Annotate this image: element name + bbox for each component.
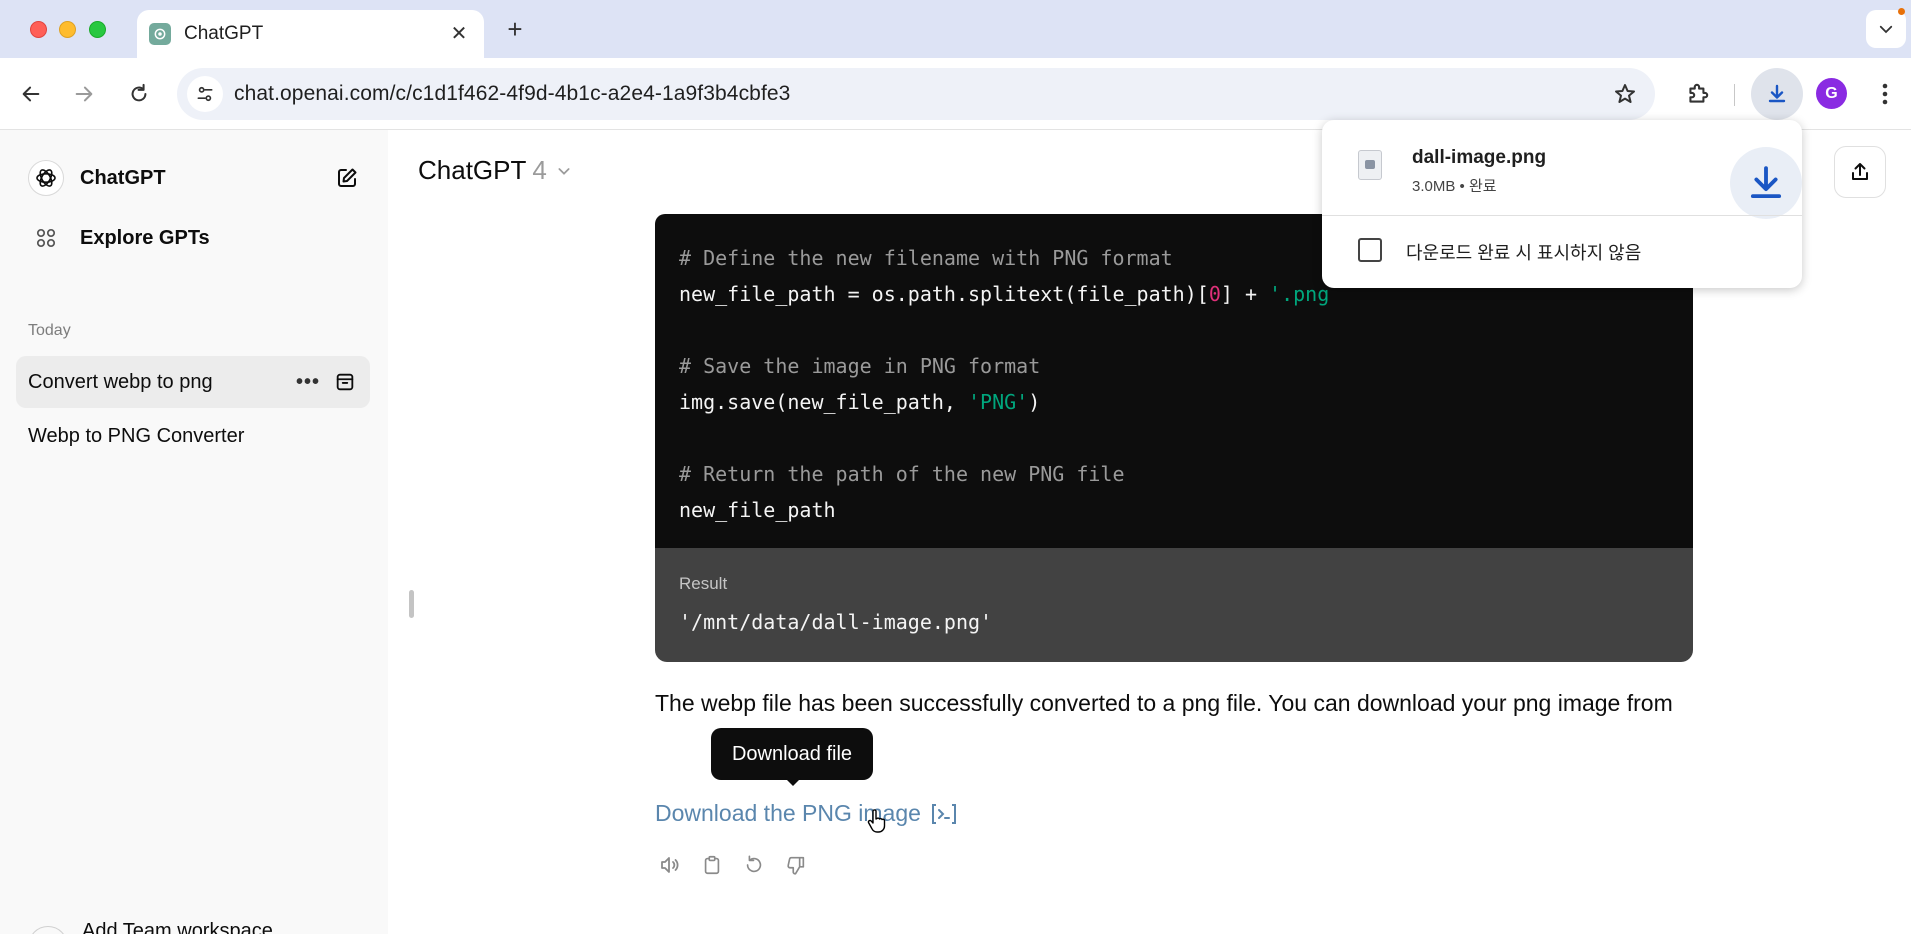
add-team-workspace[interactable]: Add Team workspace [28,918,368,934]
model-selector[interactable]: ChatGPT 4 [418,155,573,186]
result-value: '/mnt/data/dall-image.png' [679,610,993,634]
update-indicator [1898,8,1905,15]
share-upload-icon [1852,163,1868,180]
browser-menu-icon[interactable] [1870,76,1900,112]
toolbar-divider [1734,84,1735,106]
result-label: Result [679,574,728,593]
chevron-down-icon [555,162,573,180]
bookmark-star-icon[interactable] [1609,78,1641,110]
profile-avatar[interactable]: G [1816,78,1847,109]
sidebar-chat-item[interactable]: Convert webp to png ••• [16,356,370,408]
model-version: 4 [532,155,547,185]
archive-icon[interactable] [332,369,358,395]
sidebar-new-chat-row[interactable]: ChatGPT [16,152,372,204]
code-result-panel: Result '/mnt/data/dall-image.png' [655,548,1693,662]
sidebar-explore-gpts[interactable]: Explore GPTs [16,212,372,264]
team-plus-icon [28,926,68,934]
read-aloud-speaker-icon[interactable] [655,850,685,880]
reload-button[interactable] [121,76,157,112]
hide-downloads-label[interactable]: 다운로드 완료 시 표시하지 않음 [1406,239,1641,265]
url-text[interactable]: chat.openai.com/c/c1d1f462-4f9d-4b1c-a2e… [234,82,790,106]
site-info-icon[interactable] [187,76,223,112]
chatgpt-favicon-icon [149,23,171,45]
extensions-puzzle-icon[interactable] [1680,76,1716,112]
window-zoom-button[interactable] [89,21,106,38]
sidebar-section-today: Today [28,322,71,339]
code-content: # Define the new filename with PNG forma… [679,240,1329,528]
open-download-button[interactable] [1730,147,1802,219]
sidebar-chat-label: Convert webp to png [28,371,213,393]
download-png-link[interactable]: Download the PNG image [655,800,959,827]
share-button[interactable] [1834,146,1886,198]
reload-icon [131,83,147,102]
code-line: new_file_path [679,498,836,522]
chevron-down-icon [1879,25,1893,34]
sidebar-resize-handle[interactable] [409,590,414,618]
assistant-message: The webp file has been successfully conv… [655,690,1673,716]
code-line: new_file_path = os.path.splitext(file_pa… [679,282,1330,306]
popup-divider [1322,215,1802,216]
hide-downloads-checkbox[interactable] [1358,238,1382,262]
download-meta: 3.0MB • 완료 [1412,178,1497,195]
back-button[interactable] [13,76,49,112]
code-line: # Define the new filename with PNG forma… [679,246,1173,270]
browser-tab-chatgpt[interactable]: ChatGPT ✕ [137,10,484,58]
chatgpt-logo-icon [28,160,64,196]
sidebar-chat-label: Webp to PNG Converter [28,425,245,447]
download-icon [1768,84,1786,103]
back-arrow-icon [22,86,40,102]
explore-grid-icon [28,220,64,256]
tab-close-icon[interactable]: ✕ [446,20,472,46]
thumbs-down-icon[interactable] [781,850,811,880]
tooltip-arrow [785,778,801,786]
download-tooltip: Download file [711,728,873,780]
model-name: ChatGPT [418,155,527,185]
chat-options-icon[interactable]: ••• [294,368,322,396]
new-chat-edit-icon[interactable] [334,165,360,191]
code-line: img.save(new_file_path, 'PNG') [679,390,1041,414]
download-icon [1750,166,1782,199]
code-line: # Return the path of the new PNG file [679,462,1125,486]
explore-gpts-label: Explore GPTs [80,226,210,249]
downloads-popup: dall-image.png 3.0MB • 완료 다운로드 완료 시 표시하지… [1322,120,1802,288]
copy-clipboard-icon[interactable] [697,850,727,880]
sidebar: ChatGPT Explore GPTs Today Convert webp … [0,130,388,934]
code-line: # Save the image in PNG format [679,354,1041,378]
forward-button[interactable] [66,76,102,112]
message-actions [655,850,823,880]
add-team-label: Add Team workspace [82,920,273,934]
downloads-button[interactable] [1751,68,1803,120]
file-icon [1358,150,1382,180]
download-filename[interactable]: dall-image.png [1412,147,1546,169]
code-interpreter-icon[interactable] [929,801,959,827]
new-tab-button[interactable]: + [500,14,530,44]
browser-tab-bar: ChatGPT ✕ + [0,0,1911,58]
tab-search-button[interactable] [1866,10,1906,48]
address-bar[interactable]: chat.openai.com/c/c1d1f462-4f9d-4b1c-a2e… [177,68,1655,120]
sidebar-chat-item[interactable]: Webp to PNG Converter [16,410,370,462]
tab-title: ChatGPT [184,23,264,44]
sidebar-app-name: ChatGPT [80,166,166,189]
regenerate-icon[interactable] [739,850,769,880]
window-close-button[interactable] [30,21,47,38]
window-minimize-button[interactable] [59,21,76,38]
hand-cursor-icon [867,809,886,833]
forward-arrow-icon [75,86,93,102]
